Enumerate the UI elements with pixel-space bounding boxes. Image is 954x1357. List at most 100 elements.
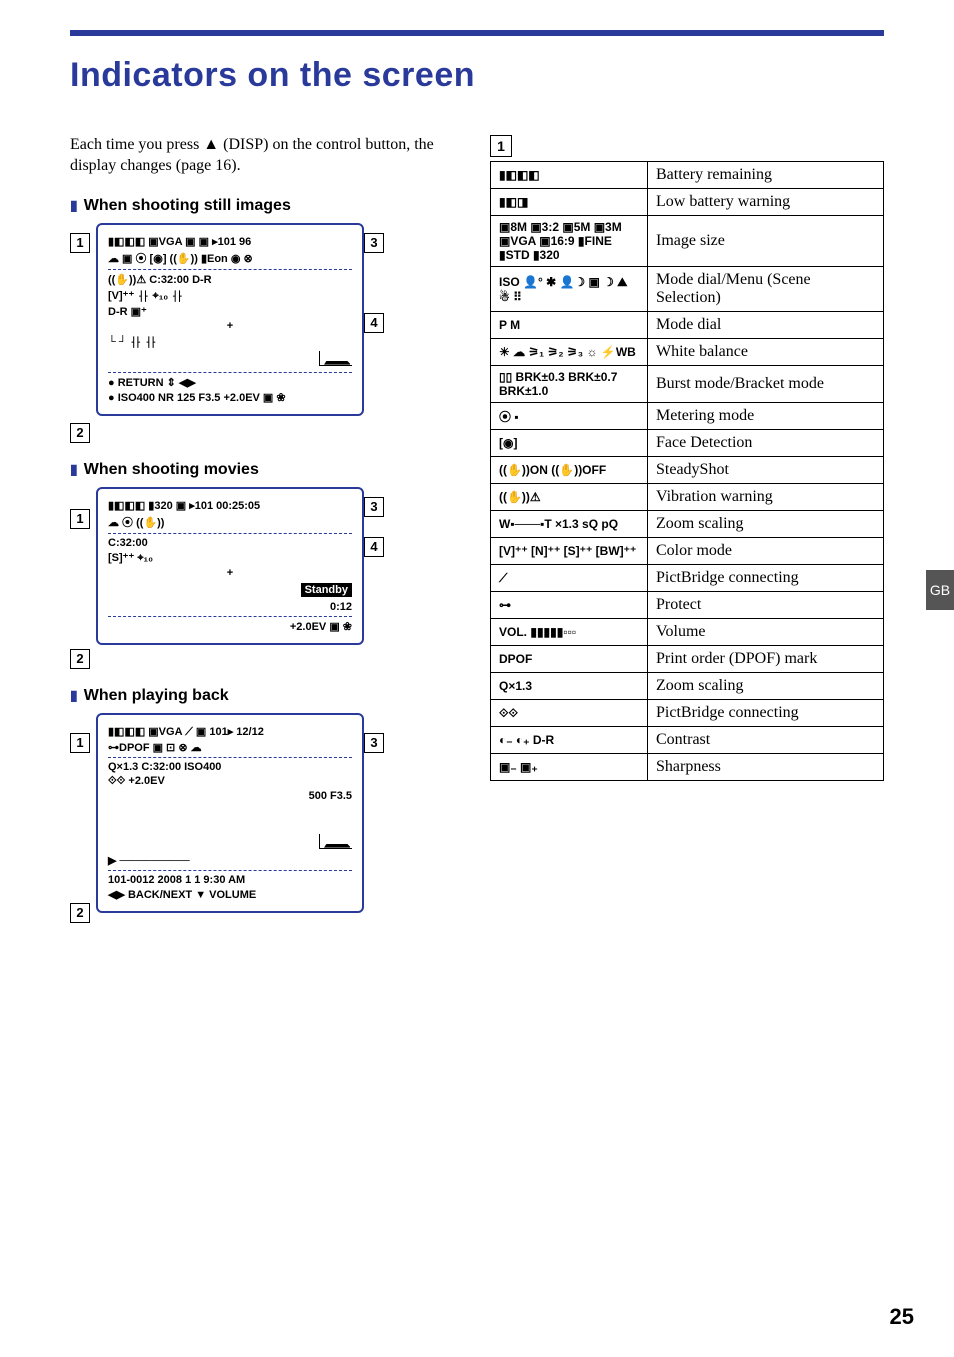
diagram-still: 1 2 ▮◧◧◧ ▣VGA ▣ ▣ ▸101 96 ☁ ▣ ⦿ [◉] ((✋)… [70,223,390,443]
indicator-icon-cell: ⟐⟐ [491,700,648,727]
indicator-desc-cell: PictBridge connecting [648,565,884,592]
table-row: ⟋PictBridge connecting [491,565,884,592]
indicator-icon-cell: ((✋))ON ((✋))OFF [491,457,648,484]
language-tab: GB [926,570,954,610]
pb-row4: ⟐⟐ +2.0EV [108,775,352,788]
table-row: [V]⁺⁺ [N]⁺⁺ [S]⁺⁺ [BW]⁺⁺Color mode [491,538,884,565]
table-row: ⦿ ▪Metering mode [491,403,884,430]
indicator-desc-cell: Low battery warning [648,189,884,216]
callout-1: 1 [70,233,90,253]
mov-row1: ▮◧◧◧ ▮320 ▣ ▸101 00:25:05 [108,499,352,512]
table-row: ▣8M ▣3:2 ▣5M ▣3M ▣VGA ▣16:9 ▮FINE ▮STD ▮… [491,216,884,267]
header-rule [70,30,884,36]
still-row3: ((✋))⚠ C:32:00 D‑R [108,273,352,286]
table-row: ⟐⟐PictBridge connecting [491,700,884,727]
indicator-desc-cell: Volume [648,619,884,646]
indicator-desc-cell: SteadyShot [648,457,884,484]
histogram-icon [319,834,352,849]
indicator-icon-cell: ISO 👤° ✱ 👤☽ ▣ ☽ ⛰ ☃ ⠿ [491,267,648,312]
table-row: ▯▯ BRK±0.3 BRK±0.7 BRK±1.0Burst mode/Bra… [491,366,884,403]
callout-1: 1 [70,509,90,529]
still-row7: └ ┘ ⸡⸠ ⸡⸠ [108,334,352,349]
mov-row3: C:32:00 [108,537,352,549]
indicator-icon-cell: ◐₋ ◐₊ D‑R [491,727,648,754]
indicator-desc-cell: Mode dial/Menu (Scene Selection) [648,267,884,312]
table-row: [◉]Face Detection [491,430,884,457]
table-row: DPOFPrint order (DPOF) mark [491,646,884,673]
callout-3: 3 [364,497,384,517]
diagram-movies: 1 2 ▮◧◧◧ ▮320 ▣ ▸101 00:25:05 ☁ ⦿ ((✋)) … [70,487,390,669]
pb-row1: ▮◧◧◧ ▣VGA ⟋ ▣ 101▸ 12/12 [108,725,352,739]
up-triangle-icon: ▲ [203,136,219,153]
table-row: P MMode dial [491,312,884,339]
indicator-desc-cell: White balance [648,339,884,366]
table-section-num: 1 [490,135,512,157]
table-row: ISO 👤° ✱ 👤☽ ▣ ☽ ⛰ ☃ ⠿Mode dial/Menu (Sce… [491,267,884,312]
table-row: ◐₋ ◐₊ D‑RContrast [491,727,884,754]
mov-row6: Standby [301,583,352,597]
table-row: ▣₋ ▣₊Sharpness [491,754,884,781]
still-row1: ▮◧◧◧ ▣VGA ▣ ▣ ▸101 96 [108,235,352,248]
indicator-icon-cell: [◉] [491,430,648,457]
indicator-icon-cell: ▣8M ▣3:2 ▣5M ▣3M ▣VGA ▣16:9 ▮FINE ▮STD ▮… [491,216,648,267]
indicator-desc-cell: Print order (DPOF) mark [648,646,884,673]
callout-3: 3 [364,233,384,253]
indicator-desc-cell: Color mode [648,538,884,565]
indicator-desc-cell: Protect [648,592,884,619]
mov-row7: 0:12 [108,601,352,613]
page-title: Indicators on the screen [70,56,884,95]
indicator-icon-cell: VOL. ▮▮▮▮▮▫▫▫ [491,619,648,646]
indicator-icon-cell: Q×1.3 [491,673,648,700]
pb-row8: ◀▶ BACK/NEXT ▼ VOLUME [108,888,352,901]
callout-3: 3 [364,733,384,753]
table-row: ☀ ☁ ⚞₁ ⚞₂ ⚞₃ ☼ ⚡WBWhite balance [491,339,884,366]
table-row: Q×1.3Zoom scaling [491,673,884,700]
callout-4: 4 [364,537,384,557]
mov-row4: [S]⁺⁺ ⌖₁₀ [108,551,352,565]
indicator-icon-cell: ((✋))⚠ [491,484,648,511]
callout-2: 2 [70,423,90,443]
indicator-desc-cell: Contrast [648,727,884,754]
still-row4: [V]⁺⁺ ⸡⸠ ⌖₁₀ ⸡⸠ [108,288,352,303]
indicator-icon-cell: ▣₋ ▣₊ [491,754,648,781]
intro-paragraph: Each time you press ▲ (DISP) on the cont… [70,135,450,177]
callout-2: 2 [70,649,90,669]
table-row: ▮◧◨Low battery warning [491,189,884,216]
table-row: ((✋))ON ((✋))OFFSteadyShot [491,457,884,484]
pb-row6: ▶ ───────── [108,854,352,867]
indicator-desc-cell: Sharpness [648,754,884,781]
subhead-playback: When playing back [70,687,450,705]
indicator-icon-cell: DPOF [491,646,648,673]
indicator-desc-cell: Burst mode/Bracket mode [648,366,884,403]
subhead-movies: When shooting movies [70,461,450,479]
left-column: Each time you press ▲ (DISP) on the cont… [70,135,450,941]
indicator-icon-cell: ▯▯ BRK±0.3 BRK±0.7 BRK±1.0 [491,366,648,403]
pb-row7: 101‑0012 2008 1 1 9:30 AM [108,874,352,886]
indicator-icon-cell: ☀ ☁ ⚞₁ ⚞₂ ⚞₃ ☼ ⚡WB [491,339,648,366]
callout-4: 4 [364,313,384,333]
indicator-desc-cell: Vibration warning [648,484,884,511]
indicator-desc-cell: Image size [648,216,884,267]
pb-row2: ⊶DPOF ▣ ⊡ ⊗ ☁ [108,741,352,754]
indicator-icon-cell: ⦿ ▪ [491,403,648,430]
indicator-desc-cell: Zoom scaling [648,511,884,538]
right-column: 1 ▮◧◧◧Battery remaining▮◧◨Low battery wa… [490,135,884,941]
mov-row5: + [108,567,352,579]
diagram-playback: 1 2 ▮◧◧◧ ▣VGA ⟋ ▣ 101▸ 12/12 ⊶DPOF ▣ ⊡ ⊗… [70,713,390,923]
indicator-icon-cell: ▮◧◨ [491,189,648,216]
subhead-still: When shooting still images [70,197,450,215]
mov-row8: +2.0EV ▣ ❀ [108,620,352,633]
still-row5: D‑R ▣⁺ [108,305,352,318]
histogram-icon [319,351,352,366]
callout-1: 1 [70,733,90,753]
pb-row5: 500 F3.5 [108,790,352,802]
still-row2: ☁ ▣ ⦿ [◉] ((✋)) ▮Eon ◉ ⊗ [108,250,352,266]
indicator-desc-cell: Battery remaining [648,162,884,189]
pb-row3: Q×1.3 C:32:00 ISO400 [108,761,352,773]
indicator-icon-cell: ▮◧◧◧ [491,162,648,189]
table-row: ⊶Protect [491,592,884,619]
indicator-desc-cell: Zoom scaling [648,673,884,700]
still-row9: ● ISO400 NR 125 F3.5 +2.0EV ▣ ❀ [108,391,352,404]
page-number: 25 [890,1304,914,1330]
table-row: W▪───▪T ×1.3 sQ pQZoom scaling [491,511,884,538]
